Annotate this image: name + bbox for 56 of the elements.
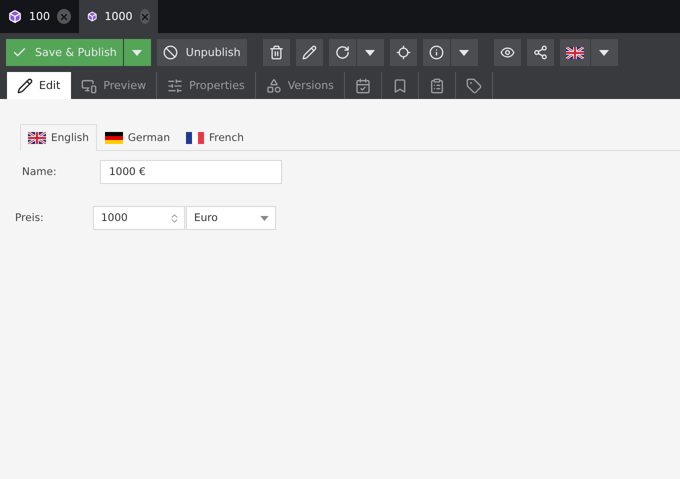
cube-icon <box>87 9 98 24</box>
price-input[interactable]: 1000 <box>93 206 185 230</box>
dropdown-button[interactable] <box>590 39 618 66</box>
close-icon[interactable] <box>140 9 150 24</box>
shapes-icon <box>266 78 282 94</box>
flag-icon <box>566 46 584 58</box>
pencil-icon <box>302 45 317 60</box>
share-button[interactable] <box>526 39 554 66</box>
language-tab[interactable]: German <box>96 124 178 151</box>
rename-button[interactable] <box>296 39 323 66</box>
flag-icon <box>186 132 204 144</box>
bookmark-icon <box>392 78 408 94</box>
target-icon <box>396 45 411 60</box>
clipboard-icon <box>428 78 445 94</box>
field-label: Name: <box>22 166 58 178</box>
devices-icon <box>81 78 98 94</box>
field-label: Preis: <box>15 212 45 224</box>
eye-icon <box>500 45 515 60</box>
document-tab[interactable]: 1000 <box>79 0 158 33</box>
trash-icon <box>268 45 284 60</box>
view-button[interactable] <box>494 39 521 66</box>
flag-icon <box>28 132 46 144</box>
sliders-icon <box>167 78 184 94</box>
document-tab[interactable]: 100 <box>0 0 79 33</box>
name-input[interactable]: 1000 € <box>100 160 282 184</box>
prohibited-icon <box>162 45 178 60</box>
caret-icon <box>599 50 610 56</box>
spinner-icon <box>169 212 180 224</box>
locate-button[interactable] <box>390 39 417 66</box>
caret-icon <box>459 50 470 56</box>
flag-icon <box>104 132 123 144</box>
close-icon[interactable] <box>57 9 71 24</box>
share-icon <box>532 45 548 60</box>
unpublish-button[interactable]: Unpublish <box>156 39 247 66</box>
view-tab[interactable]: Versions <box>256 72 345 99</box>
language-button[interactable] <box>560 39 590 66</box>
delete-button[interactable] <box>262 39 290 66</box>
language-tab[interactable]: French <box>178 124 252 151</box>
view-tab[interactable]: Preview <box>71 72 158 99</box>
dropdown-button[interactable] <box>450 39 478 66</box>
pencil-icon <box>17 78 33 94</box>
info-icon <box>428 45 444 60</box>
caret-icon <box>260 216 269 220</box>
view-tab[interactable]: Edit <box>7 72 72 99</box>
calendar-icon <box>354 78 371 94</box>
currency-select[interactable]: Euro <box>186 206 276 230</box>
language-tab[interactable]: English <box>20 124 97 151</box>
dropdown-button[interactable] <box>356 39 384 66</box>
caret-icon <box>132 50 142 56</box>
tag-icon <box>466 78 482 94</box>
cube-icon <box>8 9 22 24</box>
reload-button[interactable] <box>328 39 356 66</box>
view-tab[interactable]: Properties <box>157 72 256 99</box>
info-button[interactable] <box>422 39 450 66</box>
reload-icon <box>334 45 350 60</box>
caret-icon <box>365 50 376 56</box>
